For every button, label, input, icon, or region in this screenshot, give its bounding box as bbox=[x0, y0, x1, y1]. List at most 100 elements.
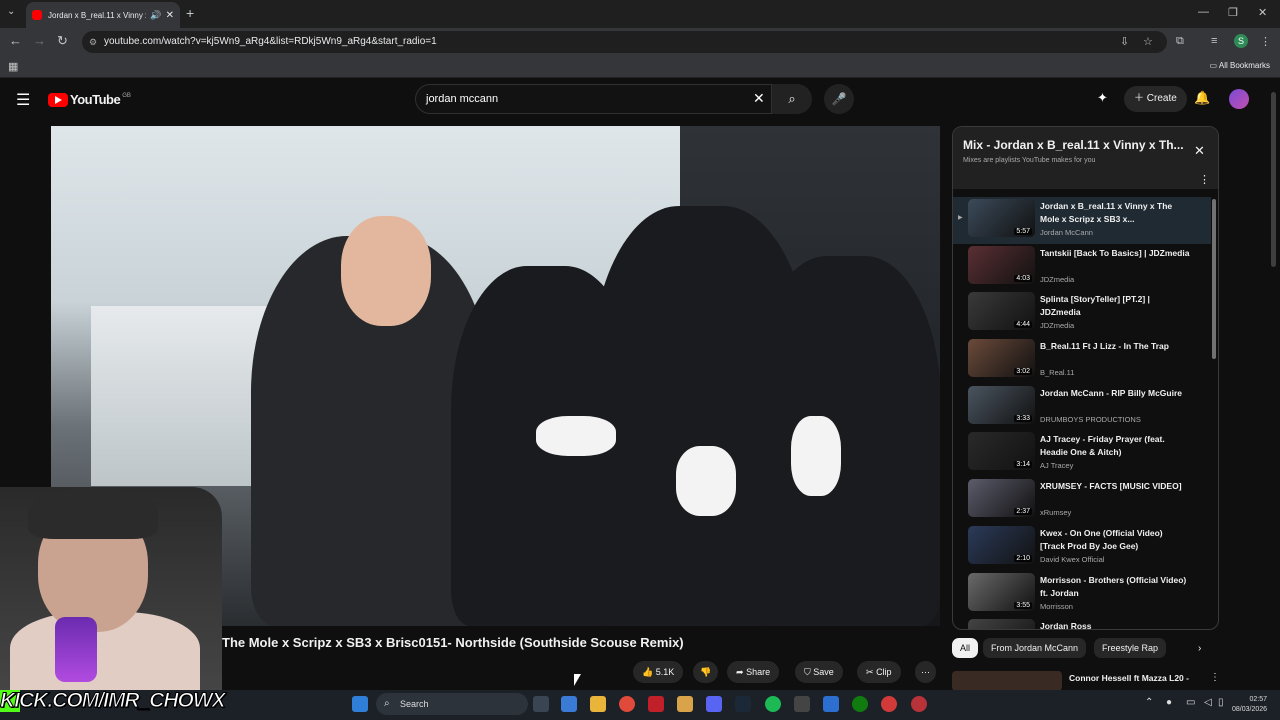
playlist-item[interactable]: 3:55 Morrisson - Brothers (Official Video… bbox=[953, 571, 1211, 618]
new-tab-icon[interactable]: + bbox=[186, 5, 194, 21]
playlist-thumbnail[interactable]: 4:03 bbox=[968, 245, 1035, 284]
playlist-thumbnail[interactable]: 3:14 bbox=[968, 432, 1035, 471]
reload-icon[interactable]: ↻ bbox=[57, 33, 68, 49]
app-icon[interactable] bbox=[823, 696, 839, 712]
playlist-item[interactable]: 2:37 XRUMSEY - FACTS [MUSIC VIDEO] xRumsey bbox=[953, 477, 1211, 524]
file-explorer-icon[interactable] bbox=[590, 696, 606, 712]
playlist-item[interactable]: 3:02 B_Real.11 Ft J Lizz - In The Trap B_R… bbox=[953, 337, 1211, 384]
site-info-icon[interactable]: ⚙ bbox=[89, 31, 97, 53]
browser-toolbar: ← → ↻ ⚙ youtube.com/watch?v=kj5Wn9_aRg4&… bbox=[0, 28, 1280, 56]
playlist-item-channel: Morrisson bbox=[1040, 601, 1073, 611]
playlist-item[interactable]: Jordan Ross bbox=[953, 617, 1211, 629]
playlist-scrollbar[interactable] bbox=[1212, 199, 1216, 359]
discord-icon[interactable] bbox=[706, 696, 722, 712]
playlist-item[interactable]: 3:33 Jordan McCann - RIP Billy McGuire DRU… bbox=[953, 384, 1211, 431]
playlist-thumbnail[interactable]: 3:02 bbox=[968, 339, 1035, 378]
microphone-tray-icon[interactable]: ● bbox=[1166, 697, 1172, 708]
youtube-play-logo-icon bbox=[48, 92, 68, 107]
profile-avatar[interactable]: S bbox=[1234, 34, 1248, 48]
copilot-icon[interactable] bbox=[561, 696, 577, 712]
share-button[interactable]: ➦ Share bbox=[727, 661, 780, 683]
back-icon[interactable]: ← bbox=[9, 33, 22, 48]
hamburger-menu-icon[interactable]: ☰ bbox=[16, 90, 30, 110]
recommendation-menu-icon[interactable]: ⋮ bbox=[1210, 672, 1220, 683]
minimize-icon[interactable]: — bbox=[1198, 6, 1209, 18]
save-button[interactable]: ⛉ Save bbox=[795, 661, 843, 683]
steam-icon[interactable] bbox=[735, 696, 751, 712]
playlist-thumbnail[interactable]: 5:57 bbox=[968, 199, 1035, 237]
bookmark-star-icon[interactable]: ☆ bbox=[1143, 35, 1153, 48]
close-window-icon[interactable]: ✕ bbox=[1258, 6, 1267, 19]
all-bookmarks-link[interactable]: ▭ All Bookmarks bbox=[1210, 61, 1270, 70]
playlist-thumbnail[interactable]: 2:10 bbox=[968, 525, 1035, 564]
page-scrollbar[interactable] bbox=[1271, 92, 1276, 267]
restore-icon[interactable]: ❐ bbox=[1228, 6, 1238, 19]
playlist-item-channel: DRUMBOYS PRODUCTIONS bbox=[1040, 414, 1141, 424]
dislike-button[interactable]: 👎 bbox=[693, 661, 719, 683]
app-icon[interactable] bbox=[677, 696, 693, 712]
chip-from-jordan-mccann[interactable]: From Jordan McCann bbox=[983, 638, 1087, 658]
chip-freestyle-rap[interactable]: Freestyle Rap bbox=[1094, 638, 1167, 658]
close-playlist-icon[interactable]: ✕ bbox=[1194, 143, 1205, 159]
speaker-icon[interactable]: 🔊 bbox=[150, 10, 161, 21]
install-app-icon[interactable]: ⇩ bbox=[1120, 35, 1129, 48]
voice-search-button[interactable]: 🎤 bbox=[824, 84, 854, 114]
recommendation-title[interactable]: Connor Hessell ft Mazza L20 - bbox=[1069, 673, 1189, 683]
cast-icon[interactable]: ✦ bbox=[1097, 90, 1108, 106]
playlist-item-channel: xRumsey bbox=[1040, 508, 1072, 518]
tab-list-icon[interactable]: ⌄ bbox=[7, 6, 15, 17]
recommendation-thumbnail[interactable] bbox=[952, 671, 1062, 691]
chip-all[interactable]: All bbox=[952, 638, 979, 658]
browser-menu-icon[interactable]: ⋮ bbox=[1260, 35, 1271, 48]
mouse-cursor-icon bbox=[574, 674, 581, 686]
media-control-icon[interactable]: ≡ bbox=[1211, 35, 1217, 47]
like-count: 5.1K bbox=[655, 667, 675, 677]
playlist-thumbnail[interactable]: 3:33 bbox=[968, 385, 1035, 424]
address-bar[interactable]: ⚙ youtube.com/watch?v=kj5Wn9_aRg4&list=R… bbox=[82, 31, 1167, 53]
playlist-item-title: Jordan McCann - RIP Billy McGuire bbox=[1040, 387, 1183, 398]
thumbs-up-icon: 👍 bbox=[642, 667, 654, 677]
xbox-icon[interactable] bbox=[852, 696, 868, 712]
more-actions-button[interactable]: ⋯ bbox=[915, 661, 936, 683]
clip-button[interactable]: ✂ Clip bbox=[857, 661, 901, 683]
playlist-item[interactable]: 2:10 Kwex - On One (Official Video) [Trac… bbox=[953, 524, 1211, 571]
playlist-menu-icon[interactable]: ⋮ bbox=[1199, 173, 1210, 186]
browser-tab[interactable]: Jordan x B_real.11 x Vinny x 🔊 ✕ bbox=[26, 2, 180, 28]
notifications-bell-icon[interactable]: 🔔 bbox=[1194, 90, 1210, 106]
taskbar-search[interactable]: ⌕ Search bbox=[376, 693, 528, 715]
like-button[interactable]: 👍 5.1K bbox=[633, 661, 684, 683]
app-icon[interactable] bbox=[881, 696, 897, 712]
create-button[interactable]: ＋ Create bbox=[1124, 86, 1187, 112]
playlist-item[interactable]: 3:14 AJ Tracey - Friday Prayer (feat. Hea… bbox=[953, 430, 1211, 477]
playlist-title[interactable]: Mix - Jordan x B_real.11 x Vinny x Th... bbox=[963, 138, 1191, 152]
close-tab-icon[interactable]: ✕ bbox=[166, 10, 174, 21]
apps-grid-icon[interactable]: ▦ bbox=[8, 60, 18, 73]
volume-icon[interactable]: ◁ bbox=[1204, 697, 1212, 708]
playlist-thumbnail[interactable]: 4:44 bbox=[968, 292, 1035, 331]
battery-icon[interactable]: ▯ bbox=[1218, 697, 1224, 708]
forward-icon[interactable]: → bbox=[33, 33, 46, 48]
account-avatar[interactable] bbox=[1229, 89, 1249, 109]
clear-search-icon[interactable]: ✕ bbox=[753, 90, 765, 107]
windows-start-icon[interactable] bbox=[352, 696, 368, 712]
chevron-right-icon[interactable]: › bbox=[1198, 643, 1201, 654]
playlist-item[interactable]: 4:44 Splinta [StoryTeller] [PT.2] | JDZme… bbox=[953, 290, 1211, 337]
youtube-logo[interactable]: YouTube GB bbox=[48, 92, 131, 107]
tray-chevron-icon[interactable]: ⌃ bbox=[1145, 697, 1153, 708]
app-icon[interactable] bbox=[648, 696, 664, 712]
chrome-icon[interactable] bbox=[619, 696, 635, 712]
search-button[interactable]: ⌕ bbox=[772, 84, 812, 114]
task-view-icon[interactable] bbox=[533, 696, 549, 712]
network-icon[interactable]: ▭ bbox=[1186, 697, 1195, 708]
extensions-icon[interactable]: ⧉ bbox=[1176, 35, 1184, 48]
playlist-thumbnail[interactable]: 3:55 bbox=[968, 572, 1035, 611]
app-icon[interactable] bbox=[794, 696, 810, 712]
taskbar-clock[interactable]: 02:57 08/03/2026 bbox=[1232, 695, 1267, 715]
playlist-thumbnail[interactable] bbox=[968, 619, 1035, 629]
playlist-item[interactable]: 4:03 Tantskii [Back To Basics] | JDZmedia… bbox=[953, 244, 1211, 291]
search-input[interactable]: jordan mccann bbox=[415, 84, 772, 114]
playlist-thumbnail[interactable]: 2:37 bbox=[968, 479, 1035, 518]
spotify-icon[interactable] bbox=[765, 696, 781, 712]
playlist-item[interactable]: ▶ 5:57 Jordan x B_real.11 x Vinny x The Mo… bbox=[953, 197, 1211, 244]
app-icon[interactable] bbox=[911, 696, 927, 712]
